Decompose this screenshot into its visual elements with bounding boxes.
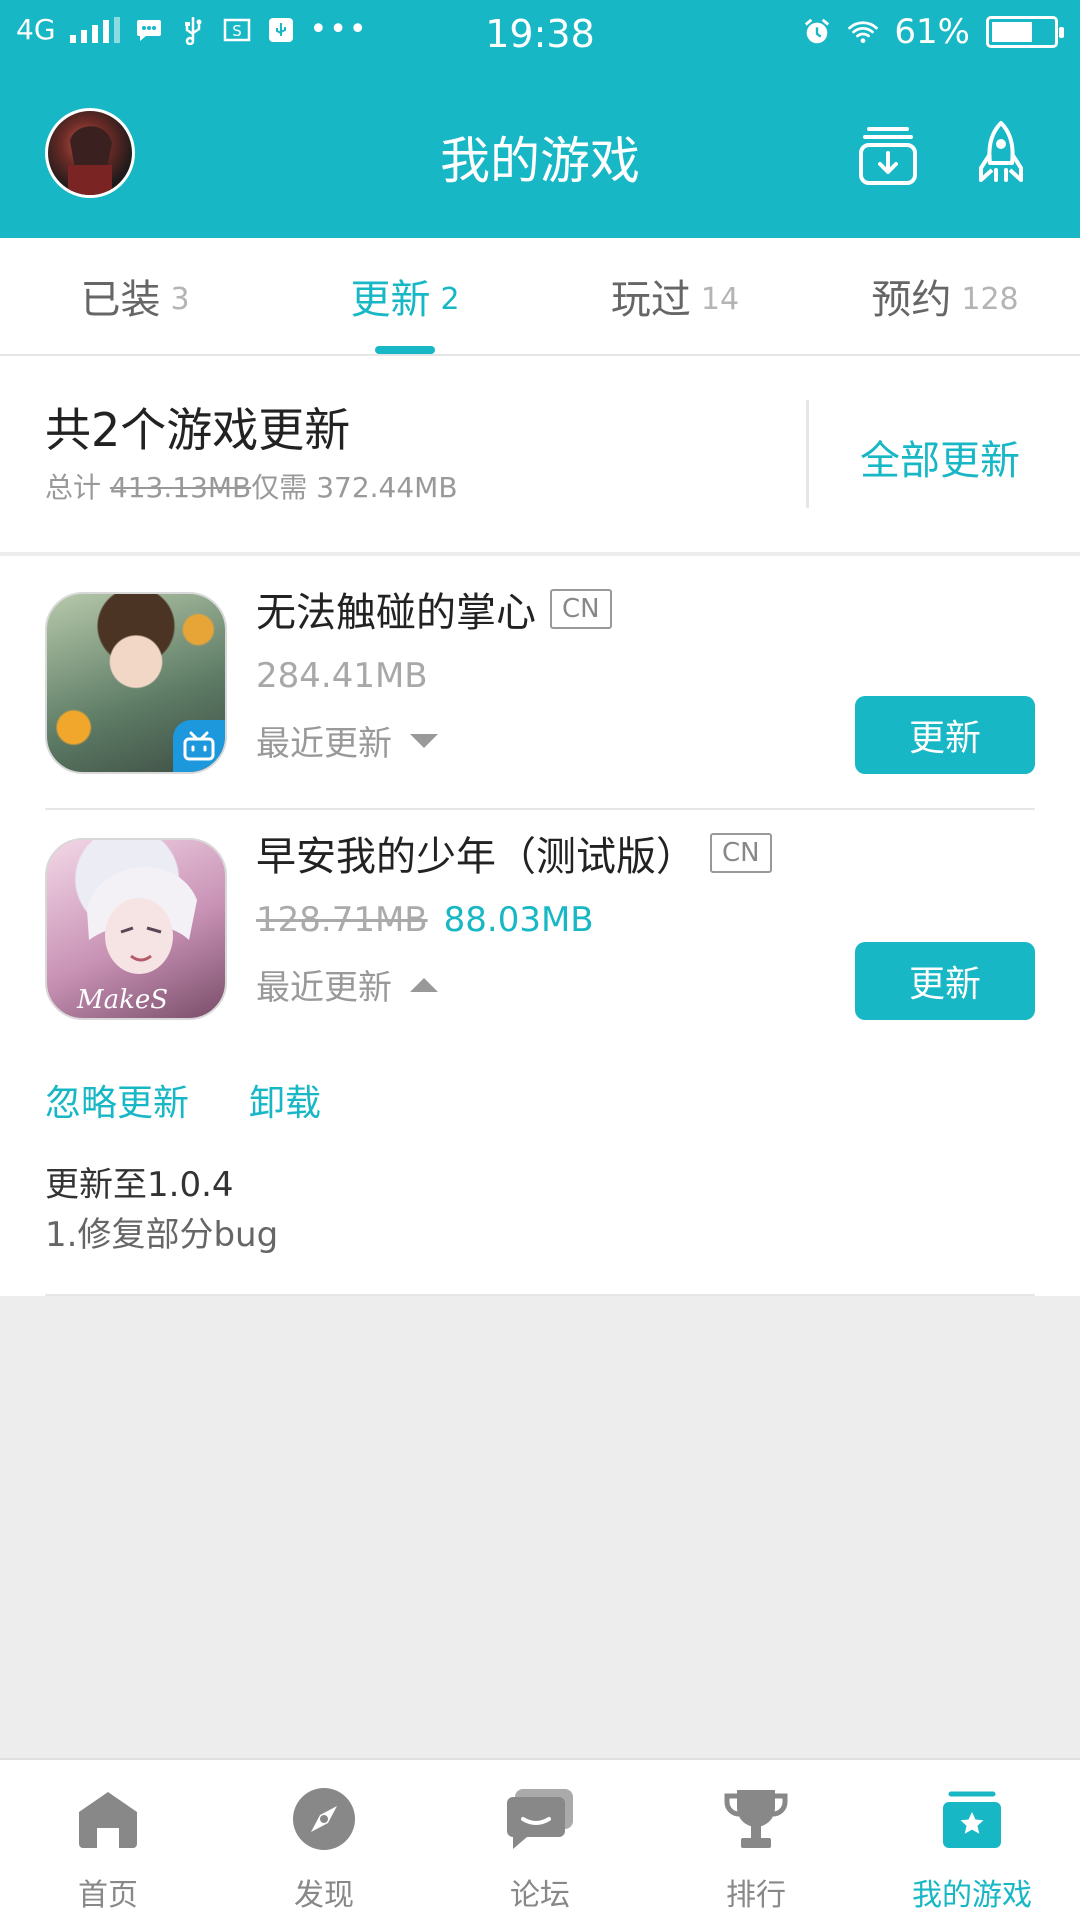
reduced-size: 372.44MB: [316, 471, 458, 504]
tab-updates[interactable]: 更新 2: [270, 238, 540, 354]
chat-icon: [505, 1784, 575, 1854]
update-count-title: 共2个游戏更新: [45, 403, 351, 457]
nav-my-games[interactable]: 我的游戏: [864, 1760, 1080, 1920]
battery-icon: [986, 16, 1064, 48]
game-title: 早安我的少年（测试版） CN: [256, 824, 772, 882]
compass-icon: [289, 1784, 359, 1854]
status-right: 61%: [802, 12, 1064, 52]
ignore-update-link[interactable]: 忽略更新: [45, 1074, 189, 1126]
alarm-icon: [802, 17, 832, 47]
tab-count: 3: [170, 281, 190, 317]
svg-text:MakeS: MakeS: [76, 985, 168, 1015]
app-header: 4G S ••• 19:38 61% 我的游戏: [0, 0, 1080, 238]
new-size: 88.03MB: [443, 900, 594, 940]
release-notes: 更新至1.0.4 1.修复部分bug: [45, 1160, 278, 1260]
total-label: 总计: [45, 471, 102, 504]
bottom-navigation: 首页 发现 论坛 排行 我的游戏: [0, 1758, 1080, 1920]
nav-ranking[interactable]: 排行: [648, 1760, 864, 1920]
update-summary: 共2个游戏更新 总计 413.13MB仅需 372.44MB 全部更新: [0, 356, 1080, 552]
nav-label: 排行: [726, 1878, 786, 1913]
region-badge: CN: [550, 589, 612, 629]
expand-arrow-icon: [410, 733, 438, 748]
game-size: 128.71MB 88.03MB: [256, 900, 594, 940]
game-actions: 忽略更新 卸载: [45, 1074, 321, 1126]
rocket-icon: [979, 121, 1023, 182]
wifi-icon: [848, 17, 879, 47]
old-size: 128.71MB: [256, 900, 428, 940]
original-size: 413.13MB: [109, 471, 252, 504]
speedup-button[interactable]: [964, 118, 1038, 192]
battery-percent: 61%: [894, 12, 970, 52]
recent-update-label: 最近更新: [256, 968, 392, 1008]
update-size-summary: 总计 413.13MB仅需 372.44MB: [45, 466, 458, 506]
region-badge: CN: [710, 833, 772, 873]
download-manager-button[interactable]: [851, 118, 925, 192]
nav-label: 论坛: [510, 1878, 570, 1913]
tab-played[interactable]: 玩过 14: [540, 238, 810, 354]
battery-level: [992, 22, 1033, 42]
uninstall-link[interactable]: 卸载: [249, 1074, 321, 1126]
nav-label: 首页: [78, 1878, 138, 1913]
recent-update-label: 最近更新: [256, 724, 392, 764]
game-art: MakeS: [76, 867, 197, 1015]
tab-count: 2: [440, 281, 460, 317]
nav-discover[interactable]: 发现: [216, 1760, 432, 1920]
only-need-label: 仅需: [251, 471, 308, 504]
game-name: 早安我的少年（测试版）: [256, 834, 696, 880]
tab-reserved[interactable]: 预约 128: [810, 238, 1080, 354]
update-list: 无法触碰的掌心 CN 284.41MB 最近更新 更新 MakeS 早安我的少年…: [0, 556, 1080, 1296]
active-tab-indicator: [375, 346, 435, 354]
game-title: 无法触碰的掌心 CN: [256, 580, 612, 638]
status-bar: 4G S ••• 19:38 61%: [0, 0, 1080, 70]
game-icon[interactable]: MakeS: [45, 838, 227, 1020]
recent-update-toggle[interactable]: 最近更新: [256, 716, 438, 765]
download-icon: [859, 127, 917, 185]
bilibili-badge-icon: [173, 720, 225, 772]
update-button[interactable]: 更新: [855, 942, 1035, 1020]
update-all-button[interactable]: 全部更新: [860, 428, 1020, 486]
row-divider: [45, 1294, 1035, 1296]
nav-home[interactable]: 首页: [0, 1760, 216, 1920]
nav-label: 发现: [294, 1878, 354, 1913]
collapse-arrow-icon: [410, 977, 438, 992]
home-icon: [73, 1784, 143, 1854]
release-notes-title: 更新至1.0.4: [45, 1165, 234, 1205]
game-size: 284.41MB: [256, 656, 428, 696]
nav-forum[interactable]: 论坛: [432, 1760, 648, 1920]
tab-installed[interactable]: 已装 3: [0, 238, 270, 354]
update-button[interactable]: 更新: [855, 696, 1035, 774]
tab-label: 玩过: [610, 277, 691, 323]
tab-label: 更新: [350, 277, 431, 323]
divider: [806, 400, 809, 508]
tab-label: 已装: [80, 277, 161, 323]
row-divider: [45, 808, 1035, 810]
my-games-screen: 4G S ••• 19:38 61% 我的游戏 已装 3 更新 2 玩过 14 …: [0, 0, 1080, 1920]
game-name: 无法触碰的掌心: [256, 590, 536, 636]
tab-count: 14: [700, 281, 740, 317]
release-notes-line: 1.修复部分bug: [45, 1215, 279, 1255]
recent-update-toggle[interactable]: 最近更新: [256, 960, 438, 1009]
game-icon[interactable]: [45, 592, 227, 774]
tab-label: 预约: [871, 277, 952, 323]
my-games-icon: [937, 1784, 1007, 1854]
game-tabs: 已装 3 更新 2 玩过 14 预约 128: [0, 238, 1080, 356]
tab-count: 128: [961, 281, 1019, 317]
trophy-icon: [721, 1784, 791, 1854]
nav-label: 我的游戏: [912, 1878, 1032, 1913]
